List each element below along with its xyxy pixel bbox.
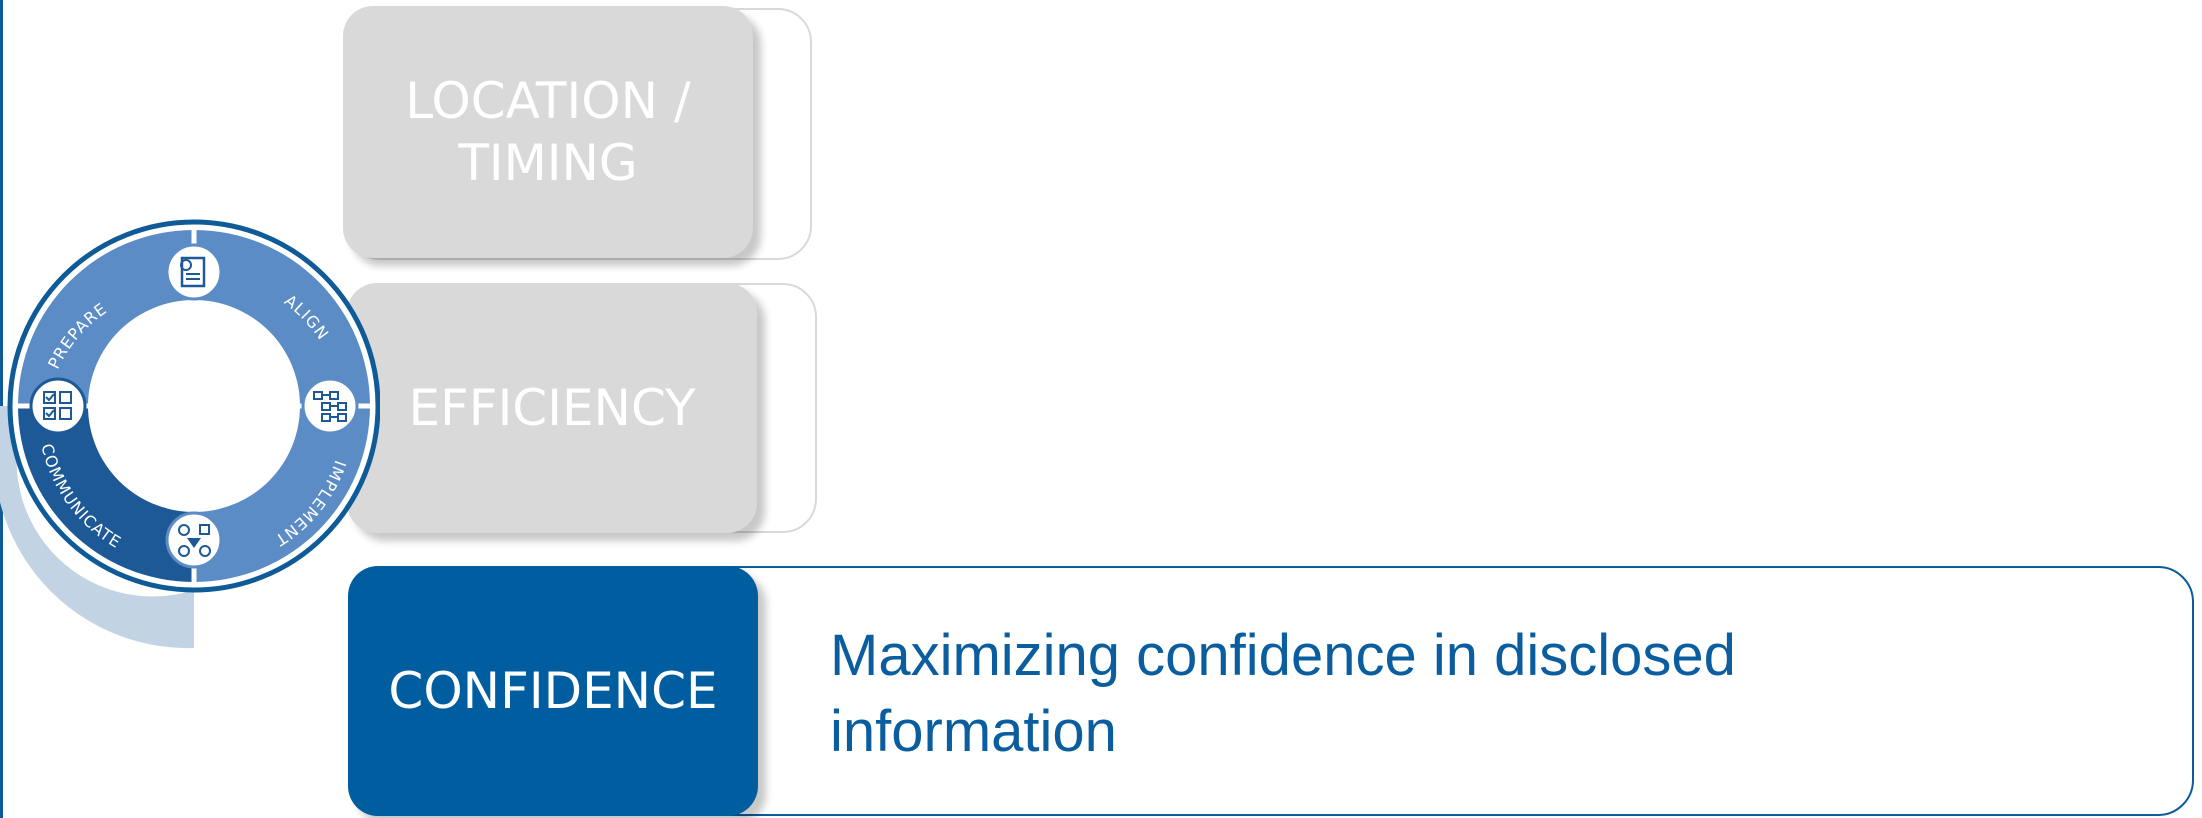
document-review-icon [165, 243, 223, 301]
location-timing-tab[interactable]: LOCATION / TIMING [343, 6, 753, 258]
location-timing-label-line2: TIMING [458, 134, 638, 192]
confidence-label: CONFIDENCE [388, 662, 718, 720]
process-cycle-diagram: PREPARE ALIGN IMPLEMENT COMMUNICATE [0, 210, 380, 660]
network-flow-icon [165, 511, 223, 569]
checklist-grid-icon [29, 377, 87, 435]
process-flow-icon [301, 377, 359, 435]
location-timing-label-line1: LOCATION / [405, 72, 691, 130]
efficiency-label: EFFICIENCY [408, 379, 696, 437]
efficiency-tab[interactable]: EFFICIENCY [347, 283, 757, 533]
cycle-svg: PREPARE ALIGN IMPLEMENT COMMUNICATE [0, 219, 380, 649]
confidence-description: Maximizing confidence in disclosed infor… [830, 623, 1736, 764]
confidence-tab[interactable]: CONFIDENCE [348, 566, 758, 816]
